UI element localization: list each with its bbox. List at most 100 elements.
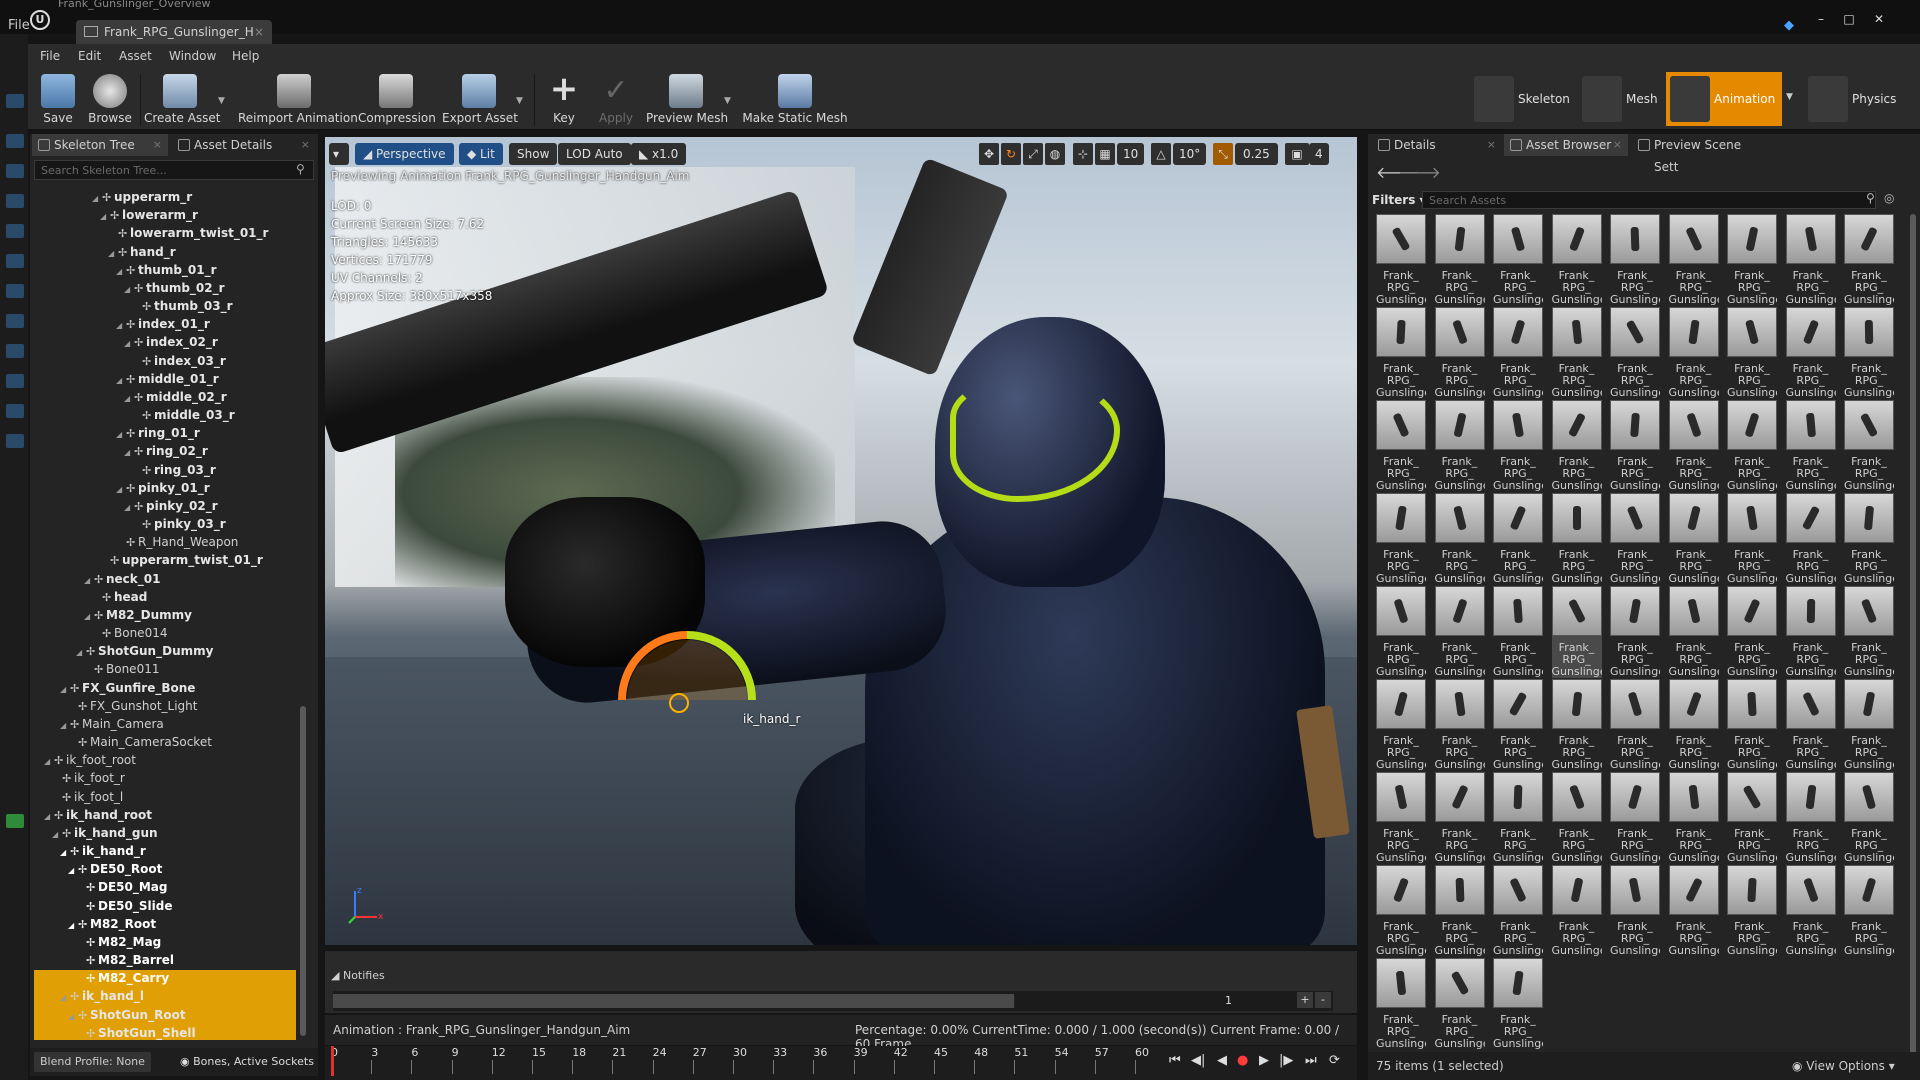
animation-dropdown-icon[interactable]: ▼ — [1786, 92, 1793, 102]
tree-scrollbar[interactable] — [300, 706, 306, 1036]
search-icon[interactable]: ⚲ — [1866, 191, 1875, 205]
bone-tree-row[interactable]: ✢ Bone011 — [84, 660, 159, 678]
asset-tile[interactable]: Frank_RPG_Gunslinger — [1551, 400, 1602, 492]
bone-tree-row[interactable]: ✢ FX_Gunshot_Light — [68, 697, 197, 715]
bone-tree-row[interactable]: ◢ ✢ ShotGun_Root — [68, 1006, 186, 1024]
preview-mesh-dropdown-icon[interactable]: ▼ — [724, 96, 731, 106]
asset-tile[interactable]: Frank_RPG_Gunslinger — [1844, 679, 1894, 771]
asset-grid-scrollbar[interactable] — [1910, 214, 1916, 1054]
close-tab-icon[interactable]: × — [1487, 134, 1496, 156]
bone-tree-row[interactable]: ◢ ✢ lowerarm_r — [100, 206, 198, 224]
asset-tile[interactable]: Frank_RPG_Gunslinger — [1434, 493, 1485, 585]
asset-tile[interactable]: Frank_RPG_Gunslinger — [1844, 772, 1894, 864]
asset-tile[interactable]: Frank_RPG_Gunslinger — [1844, 214, 1894, 306]
rotation-snap-icon[interactable]: △ — [1151, 143, 1171, 165]
menu-file[interactable]: File — [40, 49, 60, 63]
notifies-header[interactable]: ◢ Notifies — [331, 969, 385, 982]
play-icon[interactable]: ▶ — [1259, 1053, 1269, 1068]
grid-snap-icon[interactable]: ▦ — [1095, 143, 1115, 165]
mode-skeleton[interactable]: Skeleton — [1470, 72, 1570, 126]
asset-tile[interactable]: Frank_RPG_Gunslinger — [1610, 772, 1660, 864]
bone-tree-row[interactable]: ✢ upperarm_twist_01_r — [100, 551, 263, 569]
bone-tree-row[interactable]: ◢ ✢ upperarm_r — [92, 188, 192, 206]
bone-tree-row[interactable]: ✢ ring_03_r — [132, 461, 216, 479]
reimport-animation-button[interactable]: Reimport Animation — [238, 70, 358, 128]
bone-tree-row[interactable]: ◢ ✢ ring_01_r — [116, 424, 200, 442]
asset-tile[interactable]: Frank_RPG_Gunslinger — [1785, 493, 1836, 585]
asset-tile[interactable]: Frank_RPG_Gunslinger — [1376, 214, 1426, 306]
asset-tile[interactable]: Frank_RPG_Gunslinger — [1376, 679, 1426, 771]
bone-tree-row[interactable]: ✢ index_03_r — [132, 352, 226, 370]
blend-profile-dropdown[interactable]: Blend Profile: None — [34, 1052, 151, 1072]
step-forward-icon[interactable]: |▶ — [1279, 1053, 1293, 1068]
bone-tree-row[interactable]: ✢ pinky_03_r — [132, 515, 226, 533]
asset-tile[interactable]: Frank_RPG_Gunslinger — [1434, 679, 1485, 771]
asset-tile[interactable]: Frank_RPG_Gunslinger — [1551, 679, 1602, 771]
asset-tile[interactable]: Frank_RPG_Gunslinger — [1493, 958, 1543, 1050]
asset-tile[interactable]: Frank_RPG_Gunslinger — [1785, 400, 1836, 492]
file-menu-edge[interactable]: File — [8, 18, 30, 33]
bone-tree-row[interactable]: ◢ ✢ ring_02_r — [124, 442, 208, 460]
skeleton-search-input[interactable] — [34, 160, 314, 180]
bone-tree-row[interactable]: ◢ ✢ FX_Gunfire_Bone — [60, 679, 195, 697]
asset-tile[interactable]: Frank_RPG_Gunslinger — [1551, 493, 1602, 585]
browse-button[interactable]: Browse — [86, 70, 134, 128]
bone-tree-row[interactable]: ✢ head — [92, 588, 147, 606]
bone-tree-row[interactable]: ◢ ✢ pinky_01_r — [116, 479, 210, 497]
scale-snap-value[interactable]: 0.25 — [1235, 143, 1278, 165]
mode-mesh[interactable]: Mesh — [1578, 72, 1660, 126]
bone-tree-row[interactable]: ✢ DE50_Mag — [76, 878, 168, 896]
camera-speed-icon[interactable]: ▣ — [1285, 143, 1309, 165]
asset-tile[interactable]: Frank_RPG_Gunslinger — [1785, 865, 1836, 957]
asset-tile[interactable]: Frank_RPG_Gunslinger — [1610, 586, 1660, 678]
asset-tile[interactable]: Frank_RPG_Gunslinger — [1785, 214, 1836, 306]
loop-icon[interactable]: ⟳ — [1329, 1053, 1340, 1068]
asset-tile[interactable]: Frank_RPG_Gunslinger — [1551, 307, 1602, 399]
bone-tree-row[interactable]: ◢ ✢ ik_hand_l — [60, 987, 144, 1005]
rotation-snap-value[interactable]: 10° — [1173, 143, 1207, 165]
compression-button[interactable]: Compression — [358, 70, 436, 128]
bone-tree-row[interactable]: ◢ ✢ neck_01 — [84, 570, 160, 588]
bone-tree-row[interactable]: ◢ ✢ thumb_01_r — [116, 261, 217, 279]
close-tab-icon[interactable]: × — [254, 20, 264, 44]
tab-asset-browser[interactable]: Asset Browser × — [1504, 134, 1628, 156]
bone-tree-row[interactable]: ✢ DE50_Slide — [76, 897, 172, 915]
viewport[interactable]: ik_hand_r z x ▾ ◢ Perspective ◆ Lit Show… — [325, 137, 1357, 945]
asset-tile[interactable]: Frank_RPG_Gunslinger — [1610, 307, 1660, 399]
asset-tile[interactable]: Frank_RPG_Gunslinger — [1610, 493, 1660, 585]
bone-tree-row[interactable]: ◢ ✢ thumb_02_r — [124, 279, 225, 297]
asset-tile[interactable]: Frank_RPG_Gunslinger — [1727, 772, 1777, 864]
show-button[interactable]: Show — [509, 143, 558, 165]
asset-tile[interactable]: Frank_RPG_Gunslinger — [1610, 400, 1660, 492]
mode-animation[interactable]: Animation — [1666, 72, 1782, 126]
close-window-button[interactable]: ✕ — [1866, 12, 1892, 26]
tab-skeleton-tree[interactable]: Skeleton Tree × — [32, 134, 168, 156]
record-icon[interactable]: ● — [1237, 1053, 1248, 1068]
asset-tile[interactable]: Frank_RPG_Gunslinger — [1668, 400, 1719, 492]
bone-tree-row[interactable]: ✢ thumb_03_r — [132, 297, 233, 315]
skip-to-end-icon[interactable]: ⏭ — [1305, 1053, 1317, 1068]
bone-tree-row[interactable]: ◢ ✢ index_01_r — [116, 315, 210, 333]
world-local-icon[interactable]: ◍ — [1045, 143, 1065, 165]
asset-tile[interactable]: Frank_RPG_Gunslinger — [1668, 586, 1719, 678]
menu-window[interactable]: Window — [169, 49, 216, 63]
bone-tree-row[interactable]: ◢ ✢ ShotGun_Dummy — [76, 642, 213, 660]
asset-tile[interactable]: Frank_RPG_Gunslinger — [1668, 493, 1719, 585]
playhead[interactable] — [331, 1046, 334, 1076]
bone-tree-row[interactable]: ◢ ✢ ik_hand_r — [60, 842, 146, 860]
asset-tile[interactable]: Frank_RPG_Gunslinger — [1434, 214, 1485, 306]
bone-tree-row[interactable]: ◢ ✢ DE50_Root — [68, 860, 162, 878]
bone-tree-row[interactable]: ✢ M82_Mag — [76, 933, 161, 951]
asset-tile[interactable]: Frank_RPG_Gunslinger — [1551, 586, 1602, 678]
asset-tile[interactable]: Frank_RPG_Gunslinger — [1493, 493, 1543, 585]
bone-tree-row[interactable]: ✢ lowerarm_twist_01_r — [108, 224, 268, 242]
asset-tile[interactable]: Frank_RPG_Gunslinger — [1551, 865, 1602, 957]
create-asset-button[interactable]: Create Asset — [144, 70, 221, 128]
scale-snap-icon[interactable]: ⤡ — [1213, 143, 1233, 165]
asset-tile[interactable]: Frank_RPG_Gunslinger — [1376, 493, 1426, 585]
close-tab-icon[interactable]: × — [153, 134, 162, 156]
rotate-icon[interactable]: ↻ — [1001, 143, 1021, 165]
asset-tile[interactable]: Frank_RPG_Gunslinger — [1493, 679, 1543, 771]
asset-tile[interactable]: Frank_RPG_Gunslinger — [1493, 307, 1543, 399]
asset-tile[interactable]: Frank_RPG_Gunslinger — [1844, 493, 1894, 585]
